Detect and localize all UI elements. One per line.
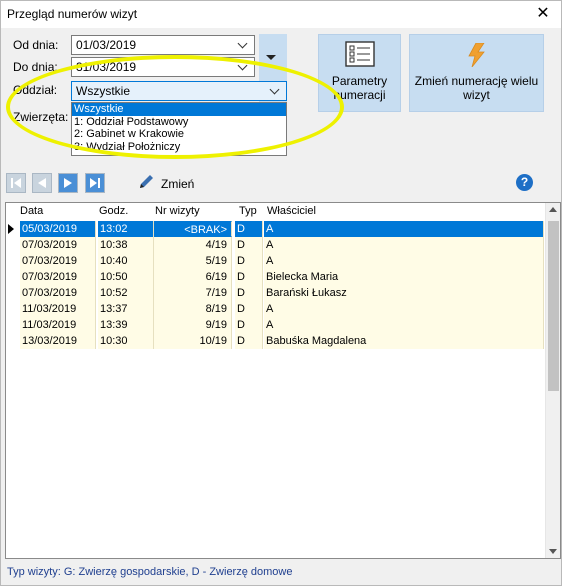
table-cell: 13:39 xyxy=(98,317,154,333)
scroll-up-icon[interactable] xyxy=(549,207,557,212)
first-icon xyxy=(11,178,21,188)
table-cell: D xyxy=(235,221,263,237)
zmien-label: Zmień xyxy=(161,177,195,191)
split-dropdown-arrow-icon[interactable] xyxy=(266,55,276,60)
table-cell: A xyxy=(264,317,544,333)
next-icon xyxy=(64,178,72,188)
vertical-scrollbar[interactable] xyxy=(545,203,560,558)
help-button[interactable]: ? xyxy=(516,174,533,191)
close-button[interactable]: ✕ xyxy=(531,3,555,25)
visits-grid: Data Godz. Nr wizyty Typ Właściciel 05/0… xyxy=(5,202,561,559)
table-cell: D xyxy=(235,269,263,285)
table-cell: Babuśka Magdalena xyxy=(264,333,544,349)
table-cell: 10/19 xyxy=(154,333,232,349)
title-bar: Przegląd numerów wizyt ✕ xyxy=(1,1,561,28)
table-row[interactable]: 05/03/2019 13:02 <BRAK> D A xyxy=(6,221,546,237)
first-record-button[interactable] xyxy=(6,173,26,193)
lightning-icon xyxy=(466,42,488,70)
table-cell: 7/19 xyxy=(154,285,232,301)
zmien-numeracje-button[interactable]: Zmień numerację wielu wizyt xyxy=(409,34,544,112)
table-cell: 13/03/2019 xyxy=(20,333,96,349)
table-cell: 4/19 xyxy=(154,237,232,253)
last-icon xyxy=(90,178,100,188)
grid-header: Data Godz. Nr wizyty Typ Właściciel xyxy=(6,203,546,221)
next-record-button[interactable] xyxy=(58,173,78,193)
table-row[interactable]: 11/03/2019 13:39 9/19 D A xyxy=(6,317,546,333)
od-dnia-datepicker[interactable]: 01/03/2019 xyxy=(71,35,255,55)
chevron-down-icon[interactable] xyxy=(237,38,248,49)
table-cell: 10:30 xyxy=(98,333,154,349)
table-cell: 07/03/2019 xyxy=(20,253,96,269)
table-cell: A xyxy=(264,237,544,253)
table-cell: 11/03/2019 xyxy=(20,301,96,317)
table-cell: D xyxy=(235,317,263,333)
current-row-marker-icon xyxy=(8,224,14,234)
zmien-button[interactable]: Zmień xyxy=(137,173,197,193)
header-godz[interactable]: Godz. xyxy=(99,205,128,217)
table-cell: 13:37 xyxy=(98,301,154,317)
table-cell: Bielecka Maria xyxy=(264,269,544,285)
table-cell: D xyxy=(235,301,263,317)
table-cell: 8/19 xyxy=(154,301,232,317)
table-cell: D xyxy=(235,237,263,253)
table-cell: 13:02 xyxy=(98,221,154,237)
table-cell: 10:40 xyxy=(98,253,154,269)
window-title: Przegląd numerów wizyt xyxy=(7,7,138,21)
table-row[interactable]: 07/03/2019 10:50 6/19 D Bielecka Maria xyxy=(6,269,546,285)
table-cell: 6/19 xyxy=(154,269,232,285)
table-cell: 10:52 xyxy=(98,285,154,301)
od-dnia-value: 01/03/2019 xyxy=(76,38,137,52)
scrollbar-thumb[interactable] xyxy=(548,221,559,391)
table-row[interactable]: 07/03/2019 10:38 4/19 D A xyxy=(6,237,546,253)
table-cell: 07/03/2019 xyxy=(20,285,96,301)
table-cell: 07/03/2019 xyxy=(20,269,96,285)
header-typ[interactable]: Typ xyxy=(239,205,257,217)
table-cell: D xyxy=(235,253,263,269)
table-cell: Barański Łukasz xyxy=(264,285,544,301)
header-wlasciciel[interactable]: Właściciel xyxy=(267,205,316,217)
table-row[interactable]: 07/03/2019 10:40 5/19 D A xyxy=(6,253,546,269)
table-cell: <BRAK> xyxy=(154,221,232,237)
header-data[interactable]: Data xyxy=(20,205,43,217)
table-cell: 10:50 xyxy=(98,269,154,285)
table-cell: 05/03/2019 xyxy=(20,221,96,237)
table-cell: 11/03/2019 xyxy=(20,317,96,333)
prev-record-button[interactable] xyxy=(32,173,52,193)
table-cell: 10:38 xyxy=(98,237,154,253)
table-cell: D xyxy=(235,285,263,301)
table-row[interactable]: 11/03/2019 13:37 8/19 D A xyxy=(6,301,546,317)
status-bar-text: Typ wizyty: G: Zwierzę gospodarskie, D -… xyxy=(7,566,293,578)
scroll-down-icon[interactable] xyxy=(549,549,557,554)
table-cell: A xyxy=(264,301,544,317)
table-cell: 5/19 xyxy=(154,253,232,269)
last-record-button[interactable] xyxy=(85,173,105,193)
table-cell: 9/19 xyxy=(154,317,232,333)
table-cell: A xyxy=(264,253,544,269)
table-cell: D xyxy=(235,333,263,349)
table-cell: 07/03/2019 xyxy=(20,237,96,253)
checklist-icon xyxy=(345,41,375,70)
zmien-numeracje-label: Zmień numerację wielu wizyt xyxy=(414,74,539,102)
table-cell: A xyxy=(264,221,544,237)
table-row[interactable]: 07/03/2019 10:52 7/19 D Barański Łukasz xyxy=(6,285,546,301)
window: Przegląd numerów wizyt ✕ Od dnia: 01/03/… xyxy=(0,0,562,586)
highlight-ellipse xyxy=(6,55,344,159)
header-nr-wizyty[interactable]: Nr wizyty xyxy=(155,205,200,217)
table-row[interactable]: 13/03/2019 10:30 10/19 D Babuśka Magdalena xyxy=(6,333,546,349)
pencil-icon xyxy=(140,175,153,188)
od-dnia-label: Od dnia: xyxy=(13,38,59,52)
prev-icon xyxy=(38,178,46,188)
